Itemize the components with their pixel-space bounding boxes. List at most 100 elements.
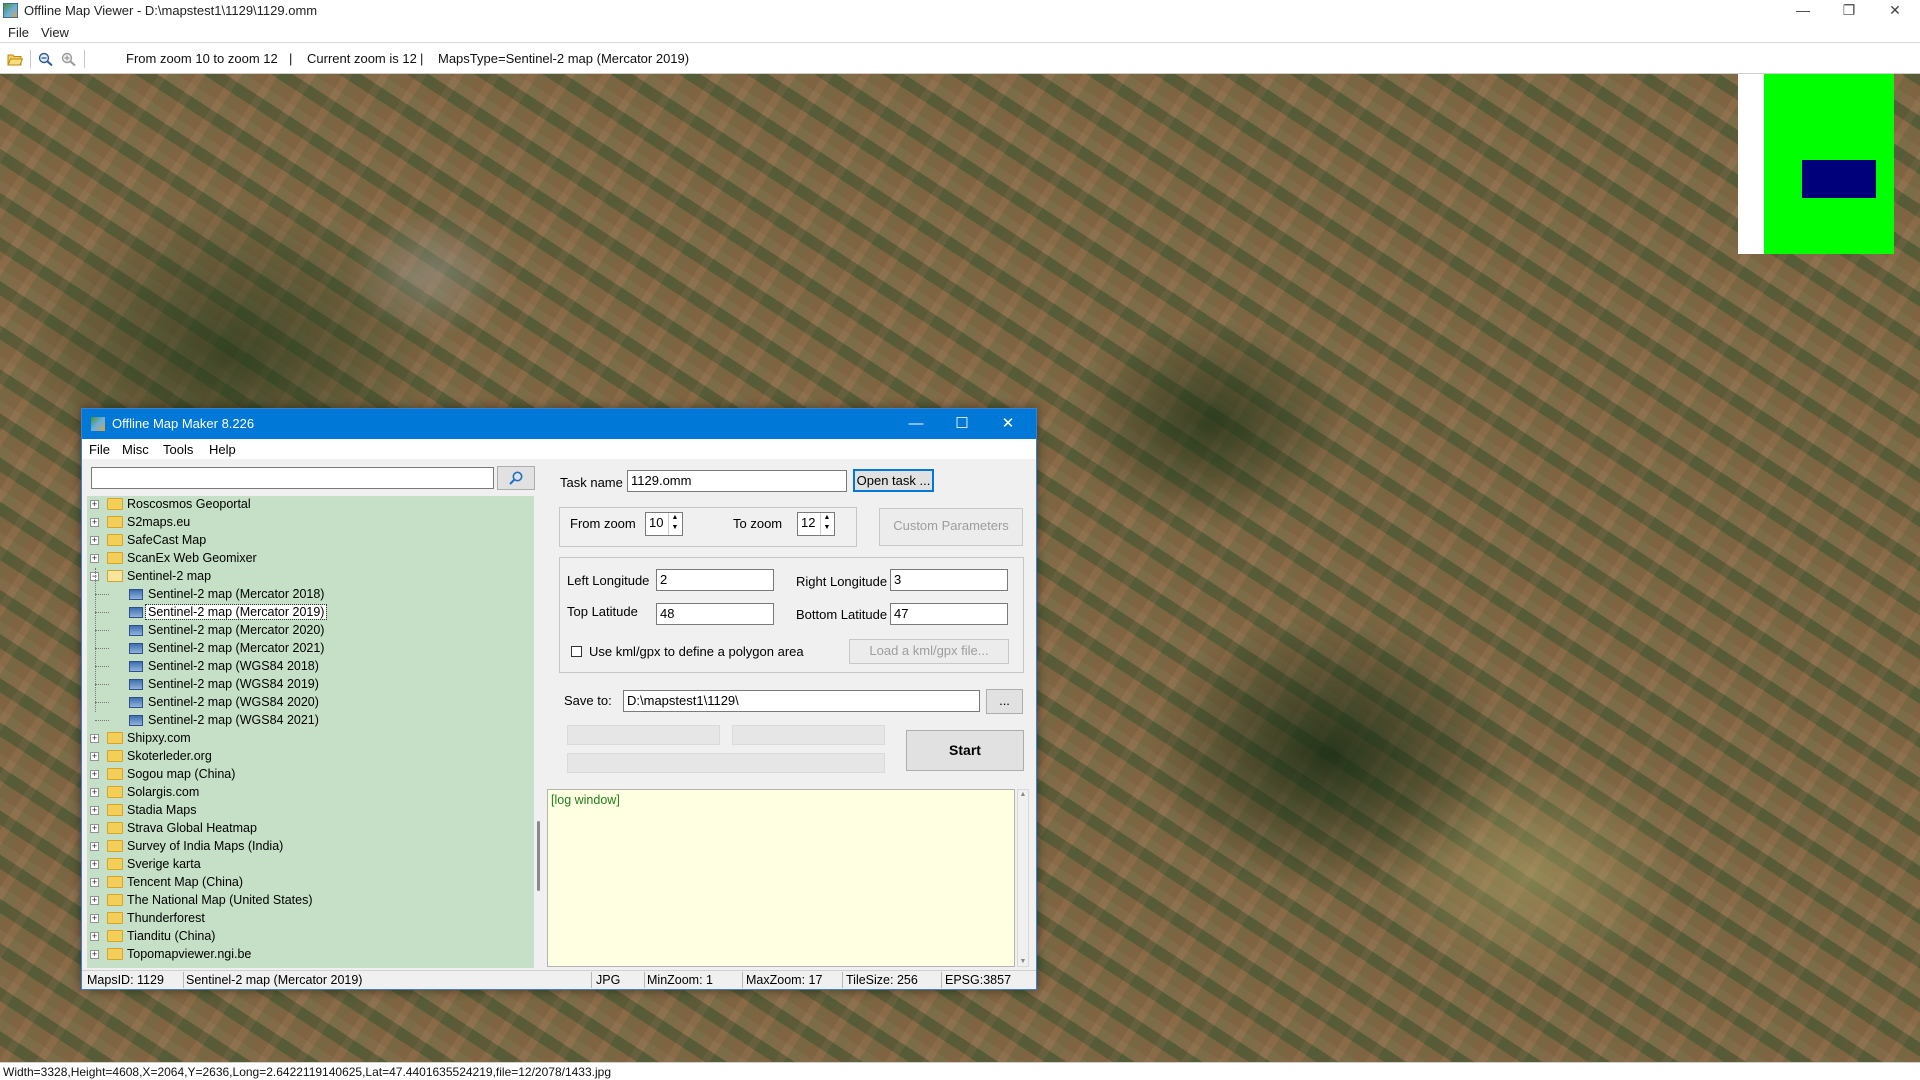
- expand-icon[interactable]: +: [90, 500, 99, 509]
- tree-item[interactable]: + Thunderforest: [87, 910, 534, 928]
- expand-icon[interactable]: +: [90, 770, 99, 779]
- tree-item[interactable]: Sentinel-2 map (WGS84 2020): [87, 694, 534, 712]
- load-kml-button[interactable]: Load a kml/gpx file...: [849, 639, 1009, 664]
- from-zoom-stepper[interactable]: 10 ▲ ▼: [645, 512, 683, 536]
- tree-item[interactable]: + Solargis.com: [87, 784, 534, 802]
- tree-item[interactable]: + Skoterleder.org: [87, 748, 534, 766]
- log-scrollbar[interactable]: ▲ ▼: [1017, 789, 1029, 967]
- task-name-input[interactable]: 1129.omm: [627, 470, 847, 492]
- scroll-down-icon[interactable]: ▼: [1018, 958, 1028, 965]
- tree-item-label: Solargis.com: [127, 785, 200, 799]
- expand-icon[interactable]: +: [90, 896, 99, 905]
- tree-item[interactable]: Sentinel-2 map (WGS84 2019): [87, 676, 534, 694]
- tree-item-label: Sentinel-2 map (WGS84 2021): [148, 713, 319, 727]
- log-text: [log window]: [551, 793, 620, 807]
- tree-item[interactable]: Sentinel-2 map (WGS84 2021): [87, 712, 534, 730]
- bottom-latitude-input[interactable]: 47: [890, 603, 1008, 625]
- menu-view[interactable]: View: [41, 25, 69, 40]
- tree-item[interactable]: + Shipxy.com: [87, 730, 534, 748]
- open-task-button[interactable]: Open task ...: [853, 469, 934, 492]
- expand-icon[interactable]: +: [90, 914, 99, 923]
- expand-icon[interactable]: +: [90, 932, 99, 941]
- dialog-menu-file[interactable]: File: [89, 442, 110, 457]
- status-bar: Width=3328,Height=4608,X=2064,Y=2636,Lon…: [0, 1062, 1920, 1080]
- expand-icon[interactable]: +: [90, 752, 99, 761]
- restore-button[interactable]: ❐: [1826, 0, 1872, 22]
- tree-item[interactable]: Sentinel-2 map (WGS84 2018): [87, 658, 534, 676]
- tree-item-label: Strava Global Heatmap: [127, 821, 257, 835]
- close-button[interactable]: ✕: [1872, 0, 1918, 22]
- tree-item[interactable]: Sentinel-2 map (Mercator 2020): [87, 622, 534, 640]
- custom-parameters-button[interactable]: Custom Parameters: [879, 508, 1023, 546]
- expand-icon[interactable]: +: [90, 824, 99, 833]
- overview-viewport-box[interactable]: [1802, 160, 1876, 198]
- to-zoom-stepper[interactable]: 12 ▲ ▼: [797, 512, 835, 536]
- map-layer-icon: [129, 643, 143, 654]
- overview-minimap[interactable]: [1738, 74, 1894, 254]
- save-to-input[interactable]: D:\mapstest1\1129\: [623, 690, 980, 712]
- tree-item[interactable]: + The National Map (United States): [87, 892, 534, 910]
- map-search-input[interactable]: [91, 467, 494, 489]
- dialog-maximize-button[interactable]: ☐: [940, 412, 984, 436]
- tree-item[interactable]: − Sentinel-2 map: [87, 568, 534, 586]
- offline-map-maker-dialog: Offline Map Maker 8.226 — ☐ ✕ File Misc …: [81, 408, 1037, 990]
- tree-item[interactable]: + S2maps.eu: [87, 514, 534, 532]
- tree-item[interactable]: + Sogou map (China): [87, 766, 534, 784]
- open-folder-icon[interactable]: [7, 52, 23, 66]
- tree-scrollbar-thumb[interactable]: [537, 821, 540, 891]
- tree-item[interactable]: + Roscosmos Geoportal: [87, 496, 534, 514]
- expand-icon[interactable]: +: [90, 734, 99, 743]
- tree-item-label: Shipxy.com: [127, 731, 191, 745]
- scroll-up-icon[interactable]: ▲: [1018, 791, 1028, 798]
- folder-icon: [107, 894, 123, 906]
- tree-item[interactable]: + Sverige karta: [87, 856, 534, 874]
- tree-item[interactable]: + Stadia Maps: [87, 802, 534, 820]
- tile-size-text: TileSize: 256: [846, 973, 918, 987]
- expand-icon[interactable]: +: [90, 536, 99, 545]
- expand-icon[interactable]: +: [90, 518, 99, 527]
- tree-item[interactable]: + Tencent Map (China): [87, 874, 534, 892]
- from-zoom-value: 10: [649, 515, 664, 530]
- tree-guide-line: [95, 568, 96, 712]
- tree-scrollbar[interactable]: [534, 496, 545, 968]
- expand-icon[interactable]: +: [90, 788, 99, 797]
- tree-item[interactable]: Sentinel-2 map (Mercator 2019): [87, 604, 534, 622]
- format-text: JPG: [596, 973, 621, 987]
- tree-item[interactable]: + Survey of India Maps (India): [87, 838, 534, 856]
- map-source-tree[interactable]: + Roscosmos Geoportal + S2maps.eu + SafeCast …: [87, 496, 534, 968]
- dialog-close-button[interactable]: ✕: [986, 412, 1030, 436]
- tree-item[interactable]: Sentinel-2 map (Mercator 2021): [87, 640, 534, 658]
- top-latitude-input[interactable]: 48: [656, 603, 774, 625]
- expand-icon[interactable]: +: [90, 878, 99, 887]
- dialog-minimize-button[interactable]: —: [894, 412, 938, 436]
- folder-icon: [107, 876, 123, 888]
- search-button[interactable]: [497, 466, 535, 490]
- expand-icon[interactable]: +: [90, 554, 99, 563]
- tree-item[interactable]: + SafeCast Map: [87, 532, 534, 550]
- min-zoom-text: MinZoom: 1: [647, 973, 713, 987]
- expand-icon[interactable]: +: [90, 842, 99, 851]
- from-zoom-spinner[interactable]: ▲ ▼: [668, 513, 681, 535]
- log-window[interactable]: [log window]: [547, 789, 1015, 967]
- kml-checkbox[interactable]: [571, 646, 582, 657]
- to-zoom-spinner[interactable]: ▲ ▼: [820, 513, 833, 535]
- right-longitude-input[interactable]: 3: [890, 569, 1008, 591]
- minimize-button[interactable]: —: [1780, 0, 1826, 22]
- tree-item[interactable]: + ScanEx Web Geomixer: [87, 550, 534, 568]
- start-button[interactable]: Start: [906, 730, 1024, 771]
- menu-file[interactable]: File: [8, 25, 29, 40]
- tree-item[interactable]: + Topomapviewer.ngi.be: [87, 946, 534, 964]
- zoom-out-icon[interactable]: [38, 52, 54, 66]
- dialog-menu-tools[interactable]: Tools: [163, 442, 193, 457]
- dialog-menu-misc[interactable]: Misc: [122, 442, 149, 457]
- tree-item[interactable]: Sentinel-2 map (Mercator 2018): [87, 586, 534, 604]
- tree-item[interactable]: + Tianditu (China): [87, 928, 534, 946]
- expand-icon[interactable]: +: [90, 806, 99, 815]
- left-longitude-input[interactable]: 2: [656, 569, 774, 591]
- expand-icon[interactable]: +: [90, 860, 99, 869]
- zoom-in-icon[interactable]: [61, 52, 77, 66]
- tree-item[interactable]: + Strava Global Heatmap: [87, 820, 534, 838]
- browse-folder-button[interactable]: ...: [986, 689, 1023, 714]
- dialog-menu-help[interactable]: Help: [209, 442, 236, 457]
- expand-icon[interactable]: +: [90, 950, 99, 959]
